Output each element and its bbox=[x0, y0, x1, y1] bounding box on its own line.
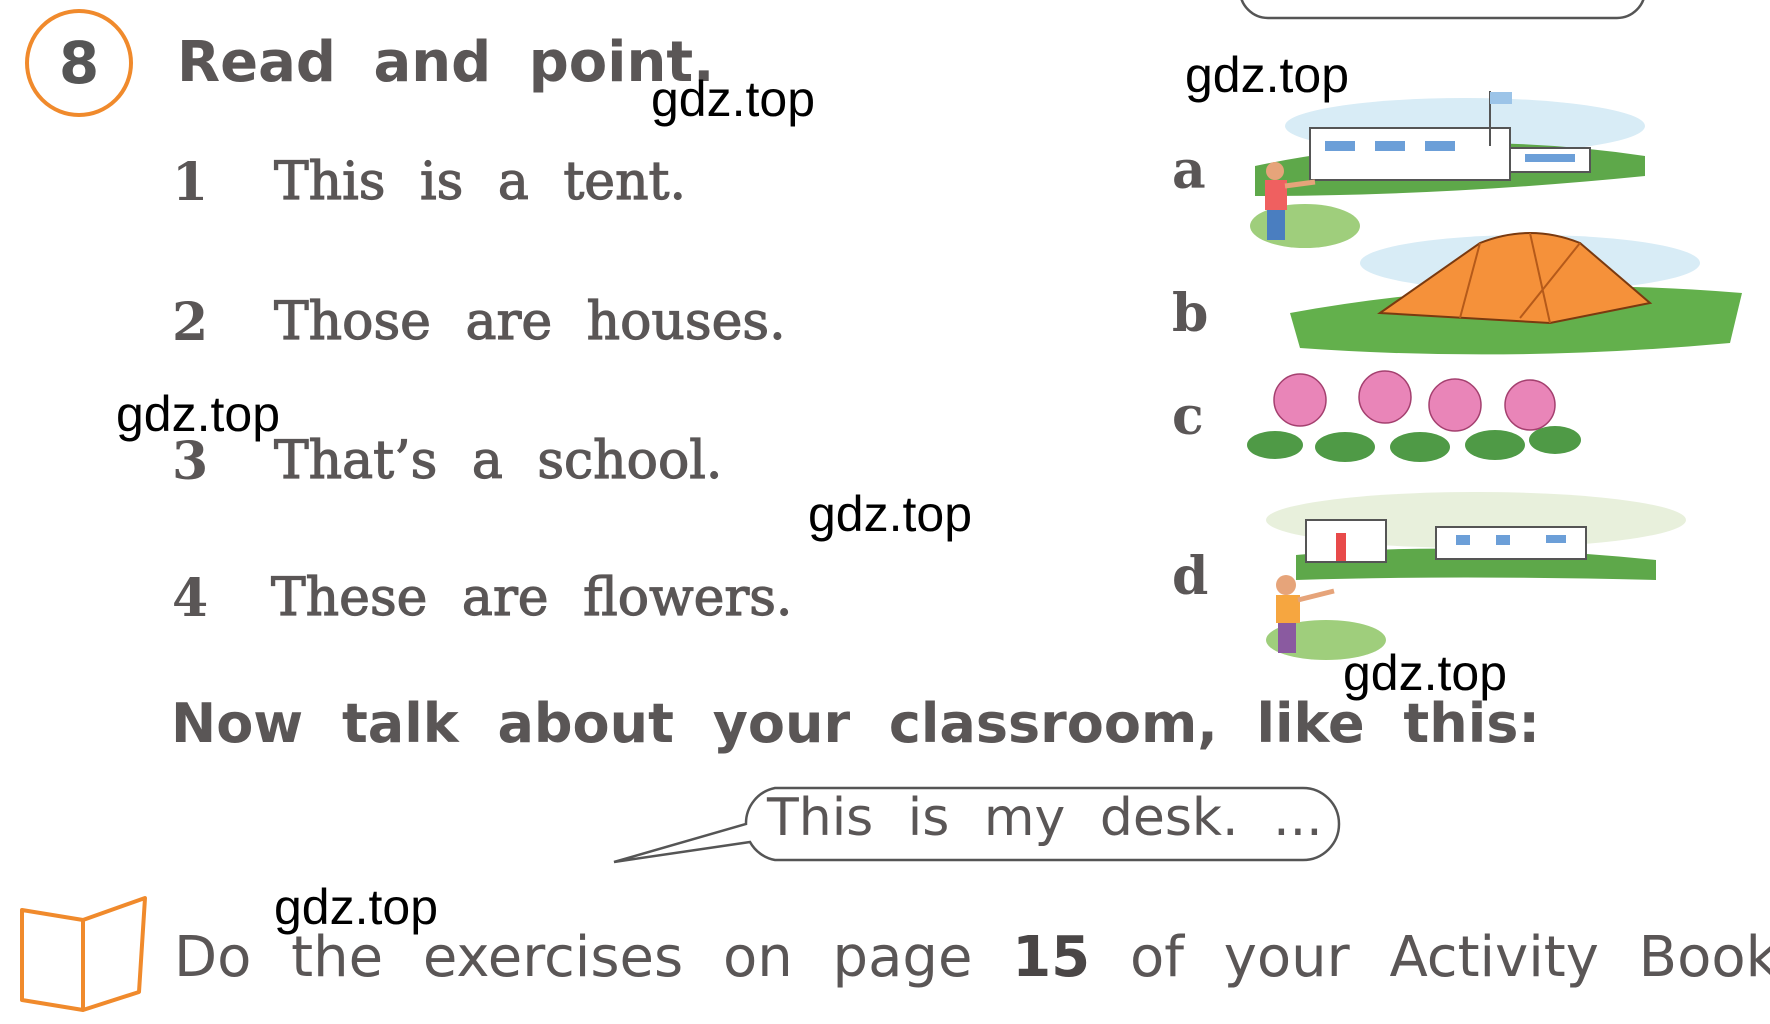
homework-page-number: 15 bbox=[1012, 925, 1091, 990]
sentence-text: These are flowers. bbox=[270, 567, 793, 628]
watermark: gdz.top bbox=[651, 71, 816, 127]
sentence-text: That’s a school. bbox=[273, 430, 723, 491]
flowers-picture bbox=[1247, 370, 1581, 462]
sentence-text: This is a tent. bbox=[273, 151, 686, 212]
picture-letter: c bbox=[1172, 386, 1204, 447]
watermark: gdz.top bbox=[808, 486, 973, 542]
open-book-icon bbox=[20, 896, 147, 1012]
sentence-number: 1 bbox=[172, 152, 209, 213]
watermark: gdz.top bbox=[116, 386, 281, 442]
homework-text-after: of your Activity Book. bbox=[1129, 925, 1770, 990]
cropped-speech-bubble bbox=[1240, 0, 1645, 20]
exercise-number: 8 bbox=[58, 29, 100, 97]
picture-letter: a bbox=[1172, 140, 1206, 201]
picture-letter: b bbox=[1172, 283, 1209, 344]
watermark: gdz.top bbox=[1185, 47, 1350, 103]
houses-picture bbox=[1266, 492, 1686, 660]
speech-bubble-text: This is my desk. ... bbox=[767, 788, 1323, 848]
sentence-text: Those are houses. bbox=[273, 291, 786, 352]
talk-prompt: Now talk about your classroom, like this… bbox=[171, 692, 1540, 755]
exercise-number-badge: 8 bbox=[25, 9, 133, 117]
tent-picture bbox=[1290, 232, 1742, 355]
watermark: gdz.top bbox=[1343, 645, 1508, 701]
sentence-number: 4 bbox=[172, 568, 209, 629]
exercise-title: Read and point. bbox=[177, 30, 715, 95]
sentence-number: 2 bbox=[172, 292, 209, 353]
watermark: gdz.top bbox=[274, 879, 439, 935]
picture-letter: d bbox=[1172, 546, 1209, 607]
